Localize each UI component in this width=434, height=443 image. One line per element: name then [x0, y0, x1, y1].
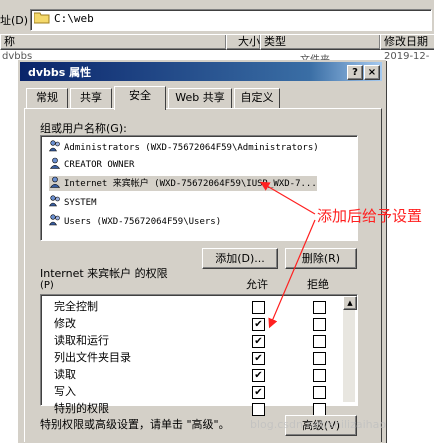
users-label: 组或用户名称(G):: [40, 122, 127, 135]
remove-button[interactable]: 删除(R): [285, 248, 357, 269]
advanced-hint: 特别权限或高级设置，请单击 "高级"。: [40, 418, 230, 431]
allow-checkbox[interactable]: [252, 301, 265, 314]
group-icon: [49, 140, 60, 152]
column-name[interactable]: 称: [0, 34, 227, 50]
permission-label: 读取: [54, 368, 76, 381]
deny-checkbox[interactable]: [313, 318, 326, 331]
address-label: 址(D): [0, 14, 29, 27]
permission-label: 特别的权限: [54, 402, 109, 415]
allow-checkbox[interactable]: [252, 318, 265, 331]
user-icon: [49, 157, 61, 169]
deny-checkbox[interactable]: [313, 301, 326, 314]
permissions-scrollbar[interactable]: [343, 296, 355, 402]
list-item[interactable]: Administrators (WXD-75672064F59\Administ…: [49, 140, 319, 155]
list-item[interactable]: CREATOR OWNER: [49, 157, 134, 172]
user-name: SYSTEM: [64, 198, 97, 208]
permission-label: 修改: [54, 317, 76, 330]
permissions-label-key: (P): [40, 280, 54, 291]
user-name: Internet 来宾帐户 (WXD-75672064F59\IUSR_WXD-…: [64, 179, 317, 189]
allow-checkbox[interactable]: [252, 386, 265, 399]
tab-general[interactable]: 常规: [26, 88, 68, 108]
deny-checkbox[interactable]: [313, 352, 326, 365]
tab-sharing[interactable]: 共享: [70, 88, 112, 108]
folder-icon: [34, 12, 50, 24]
column-size[interactable]: 大小: [226, 34, 261, 50]
help-button[interactable]: ?: [347, 65, 363, 80]
user-icon: [49, 176, 61, 188]
tab-web-sharing[interactable]: Web 共享: [168, 88, 232, 108]
user-name: CREATOR OWNER: [64, 160, 135, 170]
list-item[interactable]: Internet 来宾帐户 (WXD-75672064F59\IUSR_WXD-…: [49, 176, 317, 191]
deny-header: 拒绝: [307, 278, 329, 291]
permission-label: 列出文件夹目录: [54, 351, 131, 364]
user-name: Administrators (WXD-75672064F59\Administ…: [64, 143, 319, 153]
permission-label: 读取和运行: [54, 334, 109, 347]
allow-checkbox[interactable]: [252, 335, 265, 348]
deny-checkbox[interactable]: [313, 386, 326, 399]
allow-checkbox[interactable]: [252, 403, 265, 416]
address-path[interactable]: C:\web: [54, 12, 94, 25]
list-item[interactable]: Users (WXD-75672064F59\Users): [49, 214, 221, 229]
tab-custom[interactable]: 自定义: [234, 88, 280, 108]
deny-checkbox[interactable]: [313, 369, 326, 382]
file-list-header: 称 大小 类型 修改日期: [0, 34, 434, 50]
watermark: blog.csdn.net/shilizaihao: [250, 418, 387, 431]
users-list[interactable]: Administrators (WXD-75672064F59\Administ…: [40, 135, 358, 241]
scroll-up-button[interactable]: ▲: [343, 296, 357, 310]
column-type[interactable]: 类型: [260, 34, 381, 50]
user-name: Users (WXD-75672064F59\Users): [64, 217, 222, 227]
permissions-label: Internet 来宾帐户 的权限: [40, 267, 168, 280]
deny-checkbox[interactable]: [313, 335, 326, 348]
column-date[interactable]: 修改日期: [380, 34, 434, 50]
close-button[interactable]: ×: [364, 65, 380, 80]
add-button[interactable]: 添加(D)...: [202, 248, 278, 269]
file-date: 2019-12-: [384, 51, 430, 62]
tab-security[interactable]: 安全: [114, 86, 166, 110]
group-icon: [49, 195, 60, 207]
allow-checkbox[interactable]: [252, 352, 265, 365]
group-icon: [49, 214, 60, 226]
allow-header: 允许: [246, 278, 268, 291]
allow-checkbox[interactable]: [252, 369, 265, 382]
annotation-text: 添加后给予设置: [317, 207, 423, 225]
permission-label: 写入: [54, 385, 76, 398]
list-item[interactable]: SYSTEM: [49, 195, 97, 210]
permission-label: 完全控制: [54, 300, 98, 313]
dialog-title: dvbbs 属性: [28, 66, 92, 79]
